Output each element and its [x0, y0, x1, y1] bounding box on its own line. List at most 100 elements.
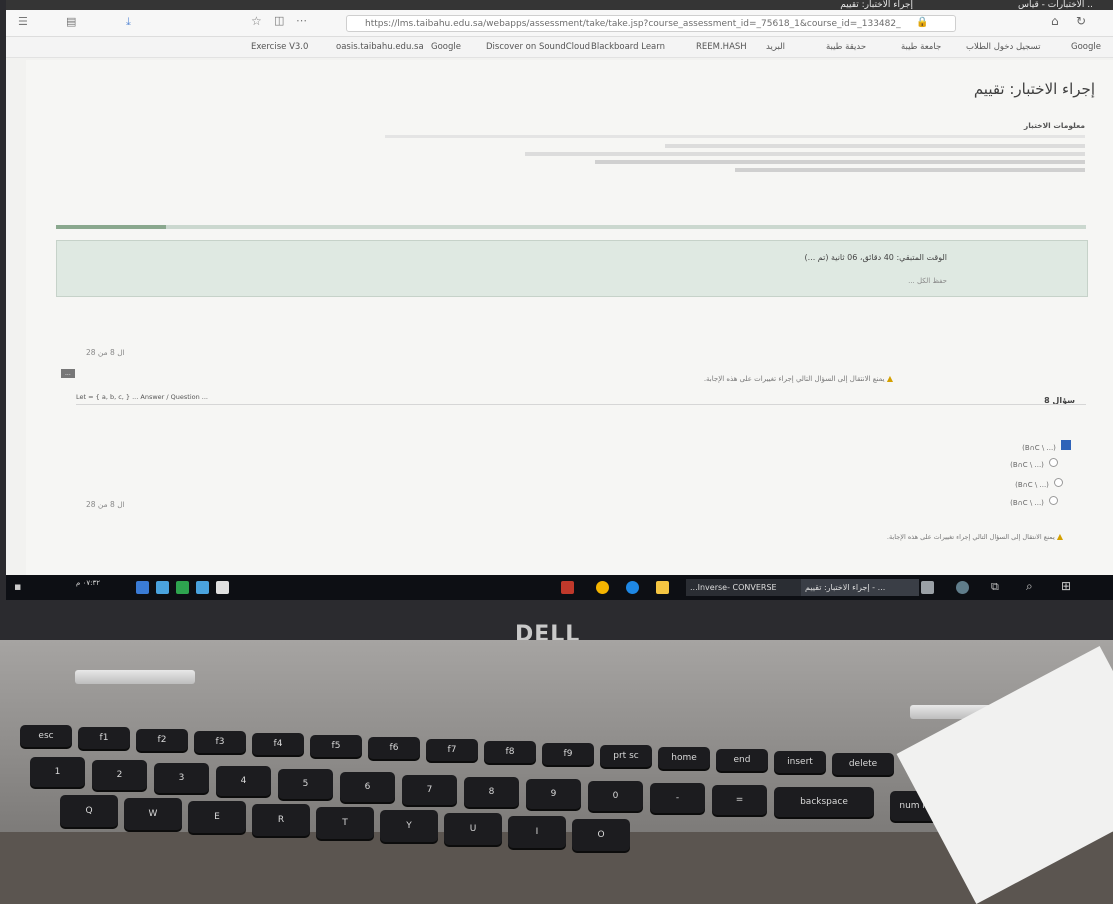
bookmark-student-login[interactable]: تسجيل دخول الطلاب: [966, 42, 1040, 52]
tray-icon[interactable]: [216, 581, 229, 594]
question-nav-button[interactable]: ...: [61, 369, 75, 378]
save-all-link[interactable]: حفظ الكل ...: [908, 277, 947, 285]
clock[interactable]: ٠٧:٣٢ م: [76, 579, 100, 587]
bookmark-mail[interactable]: البريد: [766, 42, 785, 52]
key[interactable]: home: [658, 747, 710, 769]
tray-icon[interactable]: [136, 581, 149, 594]
page-title: إجراء الاختبار: تقييم: [973, 80, 1095, 98]
key[interactable]: f7: [426, 739, 478, 761]
answer-option-2[interactable]: (B∩C \ ...): [1010, 452, 1058, 471]
key[interactable]: f4: [252, 733, 304, 755]
file-explorer-icon[interactable]: [656, 581, 669, 594]
answer-option-3[interactable]: (B∩C \ ...): [1015, 472, 1063, 491]
key[interactable]: f8: [484, 741, 536, 763]
key[interactable]: 4: [216, 766, 271, 796]
task-view-icon[interactable]: ⧉: [991, 580, 999, 594]
key[interactable]: 0: [588, 781, 643, 811]
key[interactable]: 7: [402, 775, 457, 805]
tray-icon[interactable]: [156, 581, 169, 594]
answer-option-4[interactable]: (B∩C \ ...): [1010, 490, 1058, 509]
task-firefox-converse[interactable]: ...Inverse- CONVERSE: [686, 579, 804, 596]
browser-titlebar: الاختبارات - قياس .. إجراء الاختبار: تقي…: [6, 0, 1113, 10]
key[interactable]: R: [252, 804, 310, 836]
bookmark-taibah-garden[interactable]: حديقة طيبة: [826, 42, 866, 52]
key[interactable]: U: [444, 813, 502, 845]
progress-bar: [56, 225, 1086, 229]
key[interactable]: I: [508, 816, 566, 848]
key[interactable]: 2: [92, 760, 147, 790]
library-icon[interactable]: ☰: [18, 15, 28, 28]
tray-icon[interactable]: [176, 581, 189, 594]
more-icon[interactable]: ⋯: [296, 14, 307, 27]
key[interactable]: E: [188, 801, 246, 833]
chrome-icon[interactable]: [596, 581, 609, 594]
option-label: (B∩C \ ...): [1022, 444, 1056, 452]
bookmark-soundcloud[interactable]: Discover on SoundCloud: [486, 42, 590, 52]
key[interactable]: f9: [542, 743, 594, 765]
bookmark-oasis[interactable]: oasis.taibahu.edu.sa: [336, 42, 424, 52]
bookmark-exercise[interactable]: Exercise V3.0: [251, 42, 308, 52]
key[interactable]: f1: [78, 727, 130, 749]
key[interactable]: insert: [774, 751, 826, 773]
bookmark-taibah-univ[interactable]: جامعة طيبة: [901, 42, 941, 52]
key[interactable]: f2: [136, 729, 188, 751]
key[interactable]: esc: [20, 725, 72, 747]
download-icon[interactable]: ⤓: [126, 15, 131, 29]
key[interactable]: -: [650, 783, 705, 813]
key[interactable]: prt sc: [600, 745, 652, 767]
info-divider: [385, 135, 1085, 138]
reload-icon[interactable]: ↻: [1076, 14, 1086, 28]
cube-icon[interactable]: [921, 581, 934, 594]
star-icon[interactable]: ☆: [251, 14, 262, 28]
app-icon[interactable]: [956, 581, 969, 594]
key[interactable]: 6: [340, 772, 395, 802]
show-desktop-icon[interactable]: ▪: [14, 580, 21, 593]
test-info: معلومات الاختبار: [385, 120, 1085, 176]
bookmark-reem[interactable]: REEM.HASH: [696, 42, 747, 52]
key[interactable]: end: [716, 749, 768, 771]
task-firefox-test[interactable]: إجراء الاختبار: تقييم - ...: [801, 579, 919, 596]
key[interactable]: 8: [464, 777, 519, 807]
key[interactable]: =: [712, 785, 767, 815]
bookmark-google-2[interactable]: Google: [1071, 42, 1101, 52]
key[interactable]: W: [124, 798, 182, 830]
tray-icon[interactable]: [196, 581, 209, 594]
warning-icon: ▲: [1056, 532, 1063, 541]
key[interactable]: backspace: [774, 787, 874, 817]
edge-icon[interactable]: [626, 581, 639, 594]
key[interactable]: f5: [310, 735, 362, 757]
key[interactable]: 5: [278, 769, 333, 799]
radio-icon[interactable]: [1049, 496, 1058, 505]
tab-assessment-list[interactable]: الاختبارات - قياس ..: [1018, 0, 1093, 10]
key[interactable]: O: [572, 819, 630, 851]
radio-icon[interactable]: [1049, 458, 1058, 467]
info-line: [665, 144, 1085, 148]
bookmark-blackboard[interactable]: Blackboard Learn: [591, 42, 665, 52]
key[interactable]: T: [316, 807, 374, 839]
search-icon[interactable]: ⌕: [1026, 579, 1033, 594]
windows-taskbar: ▪ ٠٧:٣٢ م ...Inverse- CONVERSE إجراء الا…: [6, 575, 1113, 600]
key[interactable]: 3: [154, 763, 209, 793]
key[interactable]: Q: [60, 795, 118, 827]
key[interactable]: Y: [380, 810, 438, 842]
bottom-counter: ال 8 من 28: [86, 500, 125, 509]
warning-message: يمنع الانتقال إلى السؤال التالي إجراء تغ…: [703, 375, 885, 383]
windows-start-icon[interactable]: ⊞: [1061, 579, 1071, 593]
checkbox-checked-icon[interactable]: [1061, 440, 1071, 450]
tab-take-test[interactable]: إجراء الاختبار: تقييم: [840, 0, 913, 10]
key[interactable]: f6: [368, 737, 420, 759]
key[interactable]: f3: [194, 731, 246, 753]
timer-text: الوقت المتبقي: 40 دقائق، 06 ثانية (تم ..…: [804, 253, 947, 262]
option-label: (B∩C \ ...): [1010, 499, 1044, 507]
key[interactable]: 9: [526, 779, 581, 809]
bookmark-google[interactable]: Google: [431, 42, 461, 52]
sidebar-icon[interactable]: ▤: [66, 15, 76, 28]
url-bar[interactable]: https://lms.taibahu.edu.sa/webapps/asses…: [346, 15, 956, 32]
key[interactable]: delete: [832, 753, 894, 775]
radio-icon[interactable]: [1054, 478, 1063, 487]
home-icon[interactable]: ⌂: [1051, 14, 1059, 28]
bookmarks-bar: Exercise V3.0 oasis.taibahu.edu.sa Googl…: [6, 37, 1113, 58]
acrobat-icon[interactable]: [561, 581, 574, 594]
pocket-icon[interactable]: ◫: [274, 14, 284, 27]
key[interactable]: 1: [30, 757, 85, 787]
